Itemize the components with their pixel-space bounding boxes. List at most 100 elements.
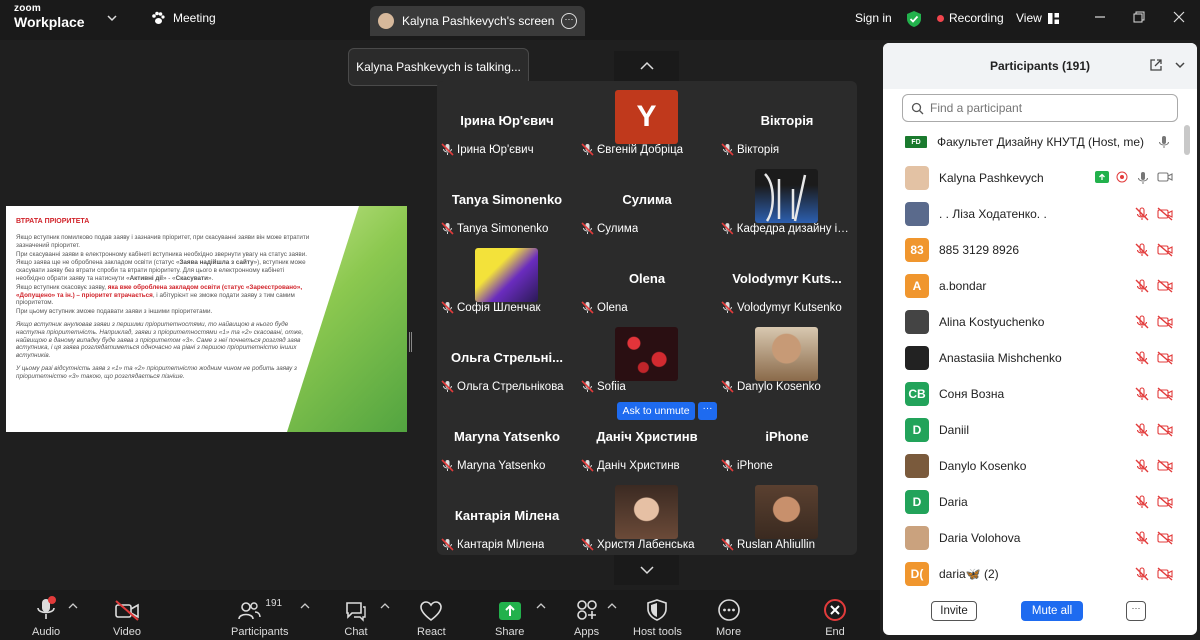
apps-button[interactable]: Apps (574, 594, 599, 638)
chevron-up-icon[interactable] (300, 602, 310, 610)
video-tile[interactable]: Ольга Стрельні... Ольга Стрельнікова (437, 318, 577, 397)
video-tile[interactable]: Христя Лабенська (577, 476, 717, 555)
video-tile[interactable]: Сулима Сулима (577, 160, 717, 239)
video-off-icon[interactable] (1157, 243, 1173, 257)
participant-row[interactable]: Anastasiia Mishchenko (883, 340, 1183, 376)
participant-row[interactable]: D Daria (883, 484, 1183, 520)
end-button[interactable]: End (823, 594, 847, 638)
chat-button[interactable]: Chat (344, 594, 368, 638)
video-off-icon[interactable] (1157, 423, 1173, 437)
video-tile[interactable]: Вікторія Вікторія (717, 81, 857, 160)
meeting-button[interactable]: Meeting (150, 10, 216, 26)
chevron-up-icon[interactable] (536, 602, 546, 610)
video-tile[interactable]: Sofiia (577, 318, 717, 397)
mic-off-icon[interactable] (1135, 315, 1149, 329)
video-off-icon[interactable] (1157, 387, 1173, 401)
video-button[interactable]: Video (113, 594, 141, 638)
tile-more-button[interactable]: ··· (698, 402, 717, 420)
participant-row[interactable]: D(daria🦋 (2) (883, 556, 1183, 592)
gallery-scroll-up-button[interactable] (614, 51, 679, 81)
participant-row[interactable]: Danylo Kosenko (883, 448, 1183, 484)
participants-scrollbar[interactable] (1184, 125, 1190, 155)
mic-off-icon[interactable] (1135, 387, 1149, 401)
video-icon[interactable] (1157, 171, 1173, 183)
video-tile[interactable]: iPhone iPhone (717, 397, 857, 476)
search-icon (911, 102, 924, 114)
video-tile[interactable]: Кафедра дизайну інт... (717, 160, 857, 239)
mic-off-icon[interactable] (1135, 279, 1149, 293)
video-off-icon[interactable] (1157, 495, 1173, 509)
gallery-scroll-down-button[interactable] (614, 555, 679, 585)
mic-off-icon[interactable] (1135, 351, 1149, 365)
screen-share-tab[interactable]: Kalyna Pashkevych's screen ··· (370, 6, 585, 36)
restore-icon[interactable] (1132, 10, 1146, 24)
mic-off-icon (581, 538, 594, 551)
chevron-up-icon[interactable] (380, 602, 390, 610)
sign-in-button[interactable]: Sign in (855, 11, 892, 25)
mic-off-icon[interactable] (1135, 459, 1149, 473)
more-button[interactable]: ··· (1126, 601, 1146, 621)
mic-off-icon[interactable] (1135, 207, 1149, 221)
video-tile[interactable]: Ruslan Ahliullin (717, 476, 857, 555)
video-tile[interactable]: Tanya Simonenko Tanya Simonenko (437, 160, 577, 239)
video-tile[interactable]: Danylo Kosenko (717, 318, 857, 397)
participant-name: 885 3129 8926 (939, 243, 1020, 257)
tile-name: Кантарія Мілена (454, 508, 560, 523)
mic-off-icon[interactable] (1135, 531, 1149, 545)
mic-off-icon[interactable] (1135, 423, 1149, 437)
recording-indicator[interactable]: Recording (937, 11, 1004, 25)
participant-row[interactable]: Alina Kostyuchenko (883, 304, 1183, 340)
chevron-down-icon[interactable] (106, 12, 118, 24)
video-tile[interactable]: Olena Olena (577, 239, 717, 318)
ask-to-unmute-button[interactable]: Ask to unmute (617, 402, 695, 420)
video-tile[interactable]: Volodymyr Kuts... Volodymyr Kutsenko (717, 239, 857, 318)
host-tools-button[interactable]: Host tools (633, 594, 682, 638)
mic-off-icon[interactable] (1135, 243, 1149, 257)
search-input[interactable] (930, 101, 1170, 115)
more-options-icon[interactable]: ··· (561, 13, 577, 29)
video-off-icon[interactable] (1157, 351, 1173, 365)
microphone-icon[interactable] (1158, 135, 1170, 149)
video-tile[interactable]: Y Євгеній Добріца (577, 81, 717, 160)
pop-out-icon[interactable] (1149, 58, 1163, 72)
video-off-icon[interactable] (1157, 567, 1173, 581)
video-off-icon[interactable] (1157, 279, 1173, 293)
shield-check-icon[interactable] (906, 10, 922, 28)
video-tile[interactable]: Софія Шленчак (437, 239, 577, 318)
audio-button[interactable]: Audio (32, 594, 60, 638)
close-icon[interactable] (1172, 10, 1186, 24)
participant-row[interactable]: . . Ліза Ходатенко. . (883, 196, 1183, 232)
split-drag-handle[interactable] (409, 332, 412, 352)
participant-row[interactable]: CB Соня Возна (883, 376, 1183, 412)
video-gallery: Ірина Юр'євич Ірина Юр'євич Y Євгеній Добрі… (437, 81, 857, 555)
share-button[interactable]: Share (495, 594, 524, 638)
video-off-icon[interactable] (1157, 315, 1173, 329)
participants-button[interactable]: 191 Participants (231, 594, 288, 638)
invite-button[interactable]: Invite (931, 601, 977, 621)
participant-search[interactable] (902, 94, 1178, 122)
view-button[interactable]: View (1016, 11, 1059, 25)
mic-off-icon (721, 538, 734, 551)
participant-row[interactable]: 83 885 3129 8926 (883, 232, 1183, 268)
video-tile[interactable]: Maryna Yatsenko Maryna Yatsenko (437, 397, 577, 476)
participant-row[interactable]: FD Факультет Дизайну КНУТД (Host, me) (883, 124, 1183, 160)
video-tile[interactable]: Кантарія Мілена Кантарія Мілена (437, 476, 577, 555)
more-button[interactable]: More (716, 594, 741, 638)
mute-all-button[interactable]: Mute all (1021, 601, 1083, 621)
video-off-icon[interactable] (1157, 207, 1173, 221)
participant-row[interactable]: Daria Volohova (883, 520, 1183, 556)
chevron-up-icon[interactable] (68, 602, 78, 610)
video-off-icon[interactable] (1157, 459, 1173, 473)
video-off-icon[interactable] (1157, 531, 1173, 545)
minimize-icon[interactable] (1093, 10, 1107, 24)
microphone-icon[interactable] (1137, 171, 1149, 185)
participant-row[interactable]: Kalyna Pashkevych (883, 160, 1183, 196)
mic-off-icon[interactable] (1135, 495, 1149, 509)
mic-off-icon[interactable] (1135, 567, 1149, 581)
chevron-up-icon[interactable] (607, 602, 617, 610)
video-tile[interactable]: Ірина Юр'євич Ірина Юр'євич (437, 81, 577, 160)
participant-row[interactable]: D Daniil (883, 412, 1183, 448)
react-button[interactable]: React (417, 594, 446, 638)
close-icon[interactable] (1173, 58, 1187, 72)
participant-row[interactable]: Aa.bondar (883, 268, 1183, 304)
